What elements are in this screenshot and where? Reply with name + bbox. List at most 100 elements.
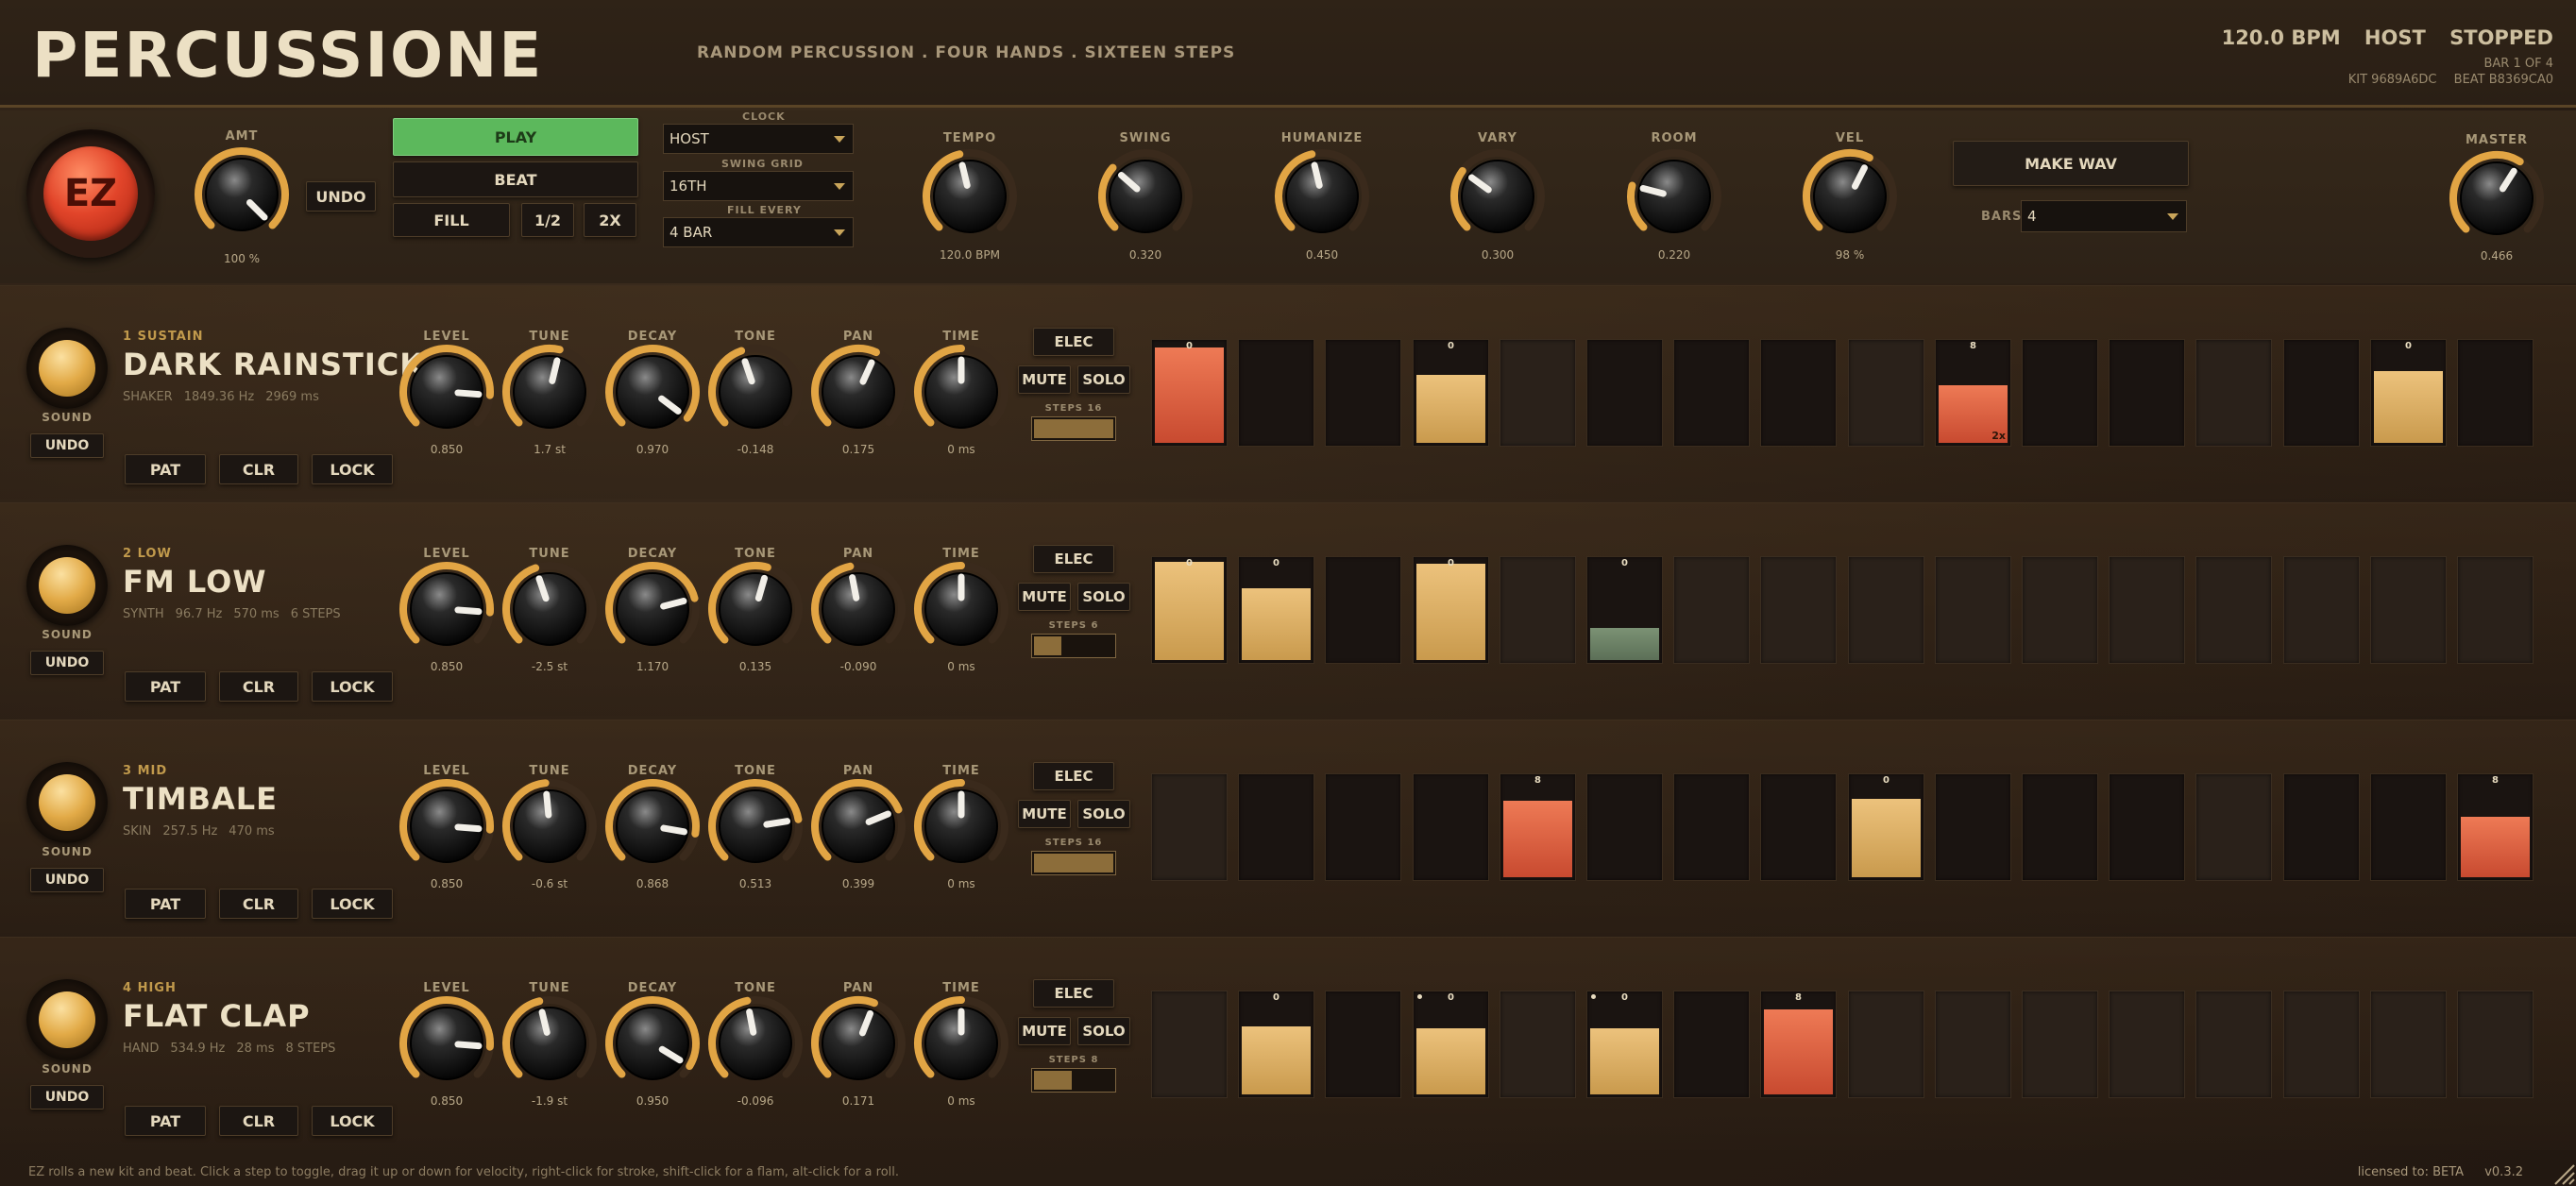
step-cell[interactable] (1238, 339, 1314, 447)
mute-button[interactable]: MUTE (1018, 583, 1071, 611)
solo-button[interactable]: SOLO (1077, 800, 1130, 828)
step-cell[interactable]: 8 (1500, 773, 1576, 881)
step-cell[interactable] (1760, 773, 1837, 881)
undo-button[interactable]: UNDO (306, 181, 376, 212)
clr-button[interactable]: CLR (219, 671, 298, 702)
steps-length-slider[interactable] (1031, 634, 1116, 658)
time-knob[interactable] (909, 340, 1013, 444)
step-cell[interactable] (2283, 556, 2360, 664)
step-cell[interactable] (1673, 556, 1750, 664)
level-knob[interactable] (395, 774, 499, 878)
step-cell[interactable] (2457, 339, 2534, 447)
pat-button[interactable]: PAT (125, 889, 206, 919)
sound-button[interactable] (26, 979, 108, 1060)
step-cell[interactable] (2109, 339, 2185, 447)
track-undo-button[interactable]: UNDO (30, 1085, 104, 1110)
lock-button[interactable]: LOCK (312, 671, 393, 702)
half-speed-button[interactable]: 1/2 (521, 203, 574, 237)
lock-button[interactable]: LOCK (312, 889, 393, 919)
vel-knob[interactable] (1798, 144, 1902, 248)
lock-button[interactable]: LOCK (312, 1106, 393, 1136)
step-cell[interactable]: 0 (1848, 773, 1924, 881)
pan-knob[interactable] (806, 340, 910, 444)
play-button[interactable]: PLAY (393, 118, 638, 156)
step-cell[interactable] (2283, 991, 2360, 1098)
solo-button[interactable]: SOLO (1077, 365, 1130, 394)
step-cell[interactable]: 8 (2457, 773, 2534, 881)
decay-knob[interactable] (601, 774, 704, 878)
fill-button[interactable]: FILL (393, 203, 510, 237)
room-knob[interactable] (1622, 144, 1726, 248)
sound-button[interactable] (26, 762, 108, 843)
step-cell[interactable] (1848, 991, 1924, 1098)
tempo-knob[interactable] (918, 144, 1022, 248)
elec-button[interactable]: ELEC (1033, 979, 1114, 1008)
step-cell[interactable]: 0 (1413, 991, 1489, 1098)
humanize-knob[interactable] (1270, 144, 1374, 248)
level-knob[interactable] (395, 557, 499, 661)
pat-button[interactable]: PAT (125, 671, 206, 702)
decay-knob[interactable] (601, 340, 704, 444)
decay-knob[interactable] (601, 557, 704, 661)
step-cell[interactable] (1673, 339, 1750, 447)
pan-knob[interactable] (806, 774, 910, 878)
swing-grid-select[interactable]: 16TH (663, 171, 854, 201)
tone-knob[interactable] (703, 991, 807, 1095)
make-wav-button[interactable]: MAKE WAV (1953, 141, 2189, 186)
level-knob[interactable] (395, 340, 499, 444)
pat-button[interactable]: PAT (125, 1106, 206, 1136)
step-cell[interactable]: 0 (1413, 339, 1489, 447)
step-cell[interactable] (2370, 991, 2447, 1098)
pan-knob[interactable] (806, 557, 910, 661)
step-cell[interactable] (2109, 991, 2185, 1098)
tune-knob[interactable] (498, 774, 602, 878)
track-undo-button[interactable]: UNDO (30, 651, 104, 675)
track-undo-button[interactable]: UNDO (30, 868, 104, 892)
steps-length-slider[interactable] (1031, 851, 1116, 875)
step-cell[interactable]: 0 (1238, 556, 1314, 664)
step-cell[interactable]: 8 2x (1935, 339, 2011, 447)
elec-button[interactable]: ELEC (1033, 762, 1114, 790)
step-cell[interactable] (2195, 773, 2272, 881)
step-cell[interactable]: 0 (1586, 991, 1663, 1098)
step-cell[interactable] (1586, 773, 1663, 881)
step-cell[interactable] (1760, 556, 1837, 664)
step-cell[interactable] (2457, 991, 2534, 1098)
step-cell[interactable] (1238, 773, 1314, 881)
tune-knob[interactable] (498, 340, 602, 444)
elec-button[interactable]: ELEC (1033, 328, 1114, 356)
time-knob[interactable] (909, 991, 1013, 1095)
ez-randomize-button[interactable]: EZ (26, 129, 155, 258)
step-cell[interactable]: 0 (1586, 556, 1663, 664)
amt-knob[interactable] (190, 143, 294, 246)
step-cell[interactable] (2109, 556, 2185, 664)
double-speed-button[interactable]: 2X (584, 203, 636, 237)
time-knob[interactable] (909, 557, 1013, 661)
step-cell[interactable] (1935, 556, 2011, 664)
step-cell[interactable] (1500, 991, 1576, 1098)
step-cell[interactable] (2109, 773, 2185, 881)
step-cell[interactable] (2283, 339, 2360, 447)
step-cell[interactable] (1760, 339, 1837, 447)
sound-button[interactable] (26, 328, 108, 409)
step-cell[interactable] (1848, 339, 1924, 447)
step-cell[interactable] (1586, 339, 1663, 447)
master-knob[interactable] (2445, 146, 2549, 250)
step-cell[interactable]: 0 (1413, 556, 1489, 664)
time-knob[interactable] (909, 774, 1013, 878)
step-cell[interactable] (2022, 991, 2098, 1098)
steps-length-slider[interactable] (1031, 1068, 1116, 1093)
steps-length-slider[interactable] (1031, 416, 1116, 441)
step-cell[interactable] (2370, 556, 2447, 664)
tune-knob[interactable] (498, 991, 602, 1095)
mute-button[interactable]: MUTE (1018, 365, 1071, 394)
track-undo-button[interactable]: UNDO (30, 433, 104, 458)
step-cell[interactable] (2370, 773, 2447, 881)
fill-every-select[interactable]: 4 BAR (663, 217, 854, 247)
swing-knob[interactable] (1093, 144, 1197, 248)
step-cell[interactable] (1325, 991, 1401, 1098)
tone-knob[interactable] (703, 774, 807, 878)
step-cell[interactable] (2022, 556, 2098, 664)
tone-knob[interactable] (703, 340, 807, 444)
elec-button[interactable]: ELEC (1033, 545, 1114, 573)
